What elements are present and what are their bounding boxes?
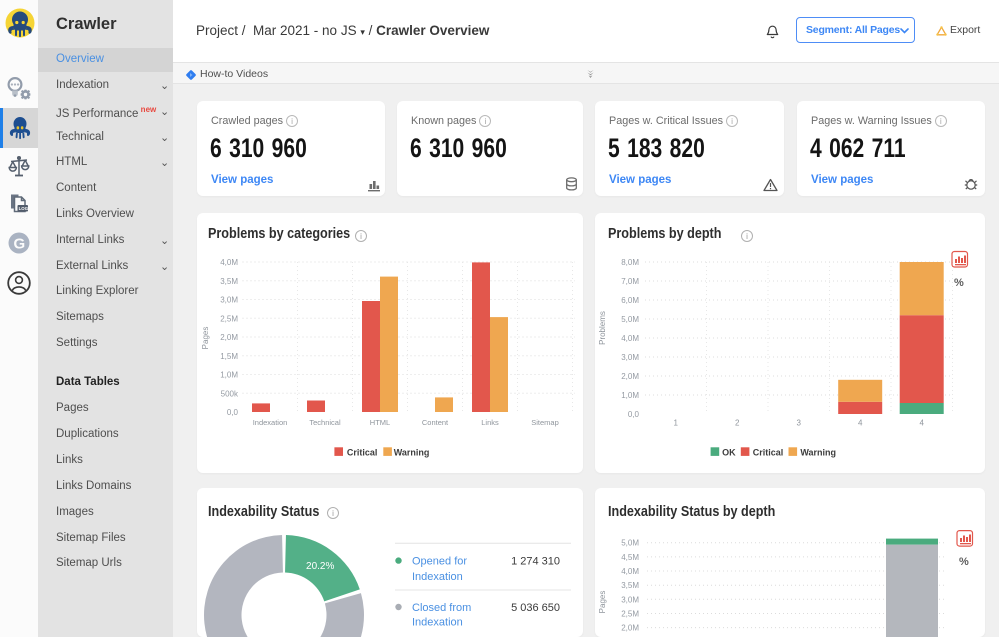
svg-text:1,0M: 1,0M — [621, 391, 639, 400]
svg-text:4: 4 — [919, 419, 924, 428]
svg-text:Pages: Pages — [598, 591, 607, 614]
svg-text:1 274 310: 1 274 310 — [511, 556, 560, 568]
svg-text:1,0M: 1,0M — [220, 371, 238, 380]
svg-text:2,5M: 2,5M — [621, 610, 639, 619]
svg-text:3,5M: 3,5M — [220, 277, 238, 286]
svg-text:3,0M: 3,0M — [621, 595, 639, 604]
svg-text:5 036 650: 5 036 650 — [511, 602, 560, 614]
svg-text:HTML: HTML — [370, 418, 390, 427]
svg-text:5,0M: 5,0M — [621, 315, 639, 324]
svg-text:3: 3 — [796, 419, 801, 428]
svg-text:4,0M: 4,0M — [621, 567, 639, 576]
svg-text:7,0M: 7,0M — [621, 277, 639, 286]
svg-text:Indexation: Indexation — [412, 571, 463, 583]
svg-text:Content: Content — [422, 418, 449, 427]
svg-text:LOG: LOG — [19, 206, 29, 211]
svg-text:Opened for: Opened for — [412, 556, 467, 568]
svg-text:3,0M: 3,0M — [621, 353, 639, 362]
svg-text:G: G — [14, 235, 26, 252]
svg-text:1: 1 — [673, 419, 678, 428]
svg-text:2,0M: 2,0M — [621, 372, 639, 381]
svg-text:Critical: Critical — [753, 448, 784, 458]
svg-text:500k: 500k — [221, 389, 239, 398]
svg-text:Warning: Warning — [800, 448, 836, 458]
svg-text:2,0M: 2,0M — [621, 624, 639, 633]
svg-text:2: 2 — [735, 419, 740, 428]
svg-text:Closed from: Closed from — [412, 602, 471, 614]
svg-text:%: % — [954, 277, 964, 289]
svg-text:Problems: Problems — [598, 311, 607, 345]
svg-text:2,5M: 2,5M — [220, 314, 238, 323]
svg-text:6,0M: 6,0M — [621, 296, 639, 305]
svg-text:1,5M: 1,5M — [220, 352, 238, 361]
svg-text:2,0M: 2,0M — [220, 333, 238, 342]
svg-text:Technical: Technical — [309, 418, 341, 427]
svg-text:Sitemap: Sitemap — [531, 418, 559, 427]
svg-text:8,0M: 8,0M — [621, 258, 639, 267]
svg-text:Pages: Pages — [201, 327, 210, 350]
svg-text:Warning: Warning — [394, 448, 430, 458]
svg-text:4,0M: 4,0M — [220, 258, 238, 267]
svg-text:4: 4 — [858, 419, 863, 428]
svg-text:4,5M: 4,5M — [621, 553, 639, 562]
svg-text:3,5M: 3,5M — [621, 581, 639, 590]
svg-text:OK: OK — [722, 448, 736, 458]
svg-text:3,0M: 3,0M — [220, 296, 238, 305]
svg-text:5,0M: 5,0M — [621, 539, 639, 548]
svg-text:Critical: Critical — [347, 448, 378, 458]
svg-text:%: % — [959, 556, 969, 568]
svg-text:4,0M: 4,0M — [621, 334, 639, 343]
svg-text:0,0: 0,0 — [628, 410, 640, 419]
svg-text:Indexation: Indexation — [412, 617, 463, 629]
svg-text:Indexation: Indexation — [253, 418, 288, 427]
svg-text:Links: Links — [481, 418, 499, 427]
svg-text:20.2%: 20.2% — [306, 561, 334, 572]
svg-text:0,0: 0,0 — [227, 408, 239, 417]
